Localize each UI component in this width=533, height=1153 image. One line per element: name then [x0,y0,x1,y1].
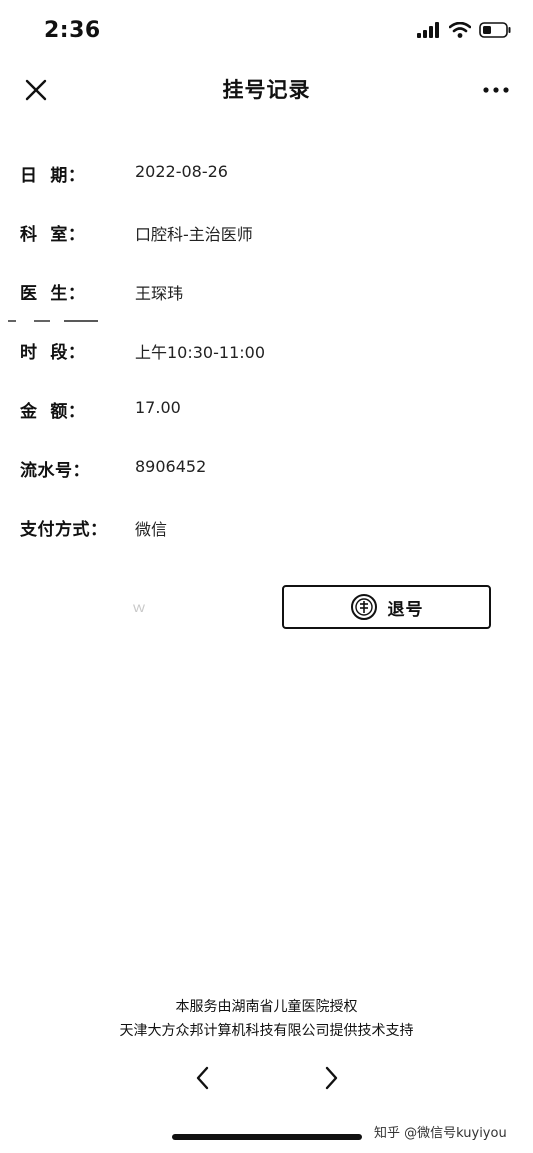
info-row-payment-method: 支付方式： 微信 [0,499,533,558]
battery-icon [479,22,511,38]
back-button[interactable] [191,1064,215,1092]
browser-nav [0,1064,533,1094]
date-value: 2022-08-26 [135,162,228,181]
date-label: 日 期： [20,166,86,186]
doctor-label: 医 生： [20,284,86,304]
home-indicator[interactable] [172,1134,362,1140]
watermark: 知乎 @微信号kuyiyou [374,1126,507,1141]
department-label: 科 室： [20,225,86,245]
chevron-right-icon [325,1066,338,1090]
serial-number-value: 8906452 [135,457,207,476]
serial-number-label: 流水号： [20,461,90,481]
time-slot-value: 上午10:30-11:00 [135,343,265,362]
status-time: 2:36 [44,18,101,43]
status-bar: 2:36 [0,0,533,62]
department-value: 口腔科-主治医师 [135,225,253,244]
doctor-value: 王琛玮 [135,284,184,303]
footer-tech-support: 天津大方众邦计算机科技有限公司提供技术支持 [119,1023,414,1039]
footer: 本服务由湖南省儿童医院授权 天津大方众邦计算机科技有限公司提供技术支持 [0,995,533,1043]
info-row-date: 日 期： 2022-08-26 [0,145,533,204]
action-bar: ｗ 退号 [0,585,533,631]
faded-button-label: ｗ [132,600,146,616]
info-row-department: 科 室： 口腔科-主治医师 [0,204,533,263]
amount-label: 金 额： [20,402,86,422]
payment-method-label: 支付方式： [20,520,108,540]
footer-authorization: 本服务由湖南省儿童医院授权 [175,999,358,1015]
more-icon [483,87,509,93]
faded-button[interactable]: ｗ [40,585,255,630]
chevron-left-icon [196,1066,209,1090]
signal-icon [417,22,439,38]
divider-dashes [8,320,98,322]
yen-circle-icon [350,594,377,620]
info-row-amount: 金 额： 17.00 [0,381,533,440]
payment-method-value: 微信 [135,520,168,539]
amount-value: 17.00 [135,398,181,417]
more-button[interactable] [481,76,511,104]
refund-button-label: 退号 [387,599,424,620]
wifi-icon [449,22,471,38]
forward-button[interactable] [319,1064,343,1092]
page-title: 挂号记录 [222,78,311,102]
status-icons [417,22,511,38]
info-row-serial-number: 流水号： 8906452 [0,440,533,499]
time-slot-label: 时 段： [20,343,86,363]
info-row-doctor: 医 生： 王琛玮 [0,263,533,322]
refund-button[interactable]: 退号 [282,585,491,629]
registration-details: 日 期： 2022-08-26 科 室： 口腔科-主治医师 医 生： 王琛玮 时… [0,145,533,558]
nav-bar: 挂号记录 [0,62,533,118]
info-row-time-slot: 时 段： 上午10:30-11:00 [0,322,533,381]
